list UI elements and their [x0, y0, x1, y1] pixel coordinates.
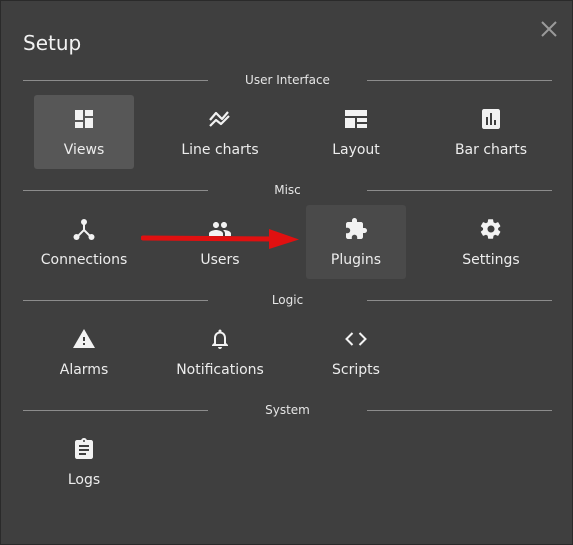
- tile-label: Connections: [40, 252, 128, 268]
- section-title: Misc: [274, 183, 301, 197]
- tile-label: Settings: [462, 252, 520, 268]
- layout-icon: [344, 107, 368, 131]
- divider: [23, 80, 208, 81]
- section-header-system: System: [23, 403, 552, 417]
- divider: [23, 190, 208, 191]
- section-header-user-interface: User Interface: [23, 73, 552, 87]
- tile-label: Logs: [67, 472, 101, 488]
- tile-scripts[interactable]: Scripts: [306, 315, 406, 389]
- tile-plugins[interactable]: Plugins: [306, 205, 406, 279]
- divider: [367, 410, 552, 411]
- tile-label: Layout: [332, 142, 380, 158]
- divider: [23, 300, 208, 301]
- tile-alarms[interactable]: Alarms: [34, 315, 134, 389]
- tile-label: Plugins: [330, 252, 382, 268]
- tile-notifications[interactable]: Notifications: [170, 315, 270, 389]
- tile-label: Alarms: [59, 362, 109, 378]
- gear-icon: [479, 217, 503, 241]
- tile-settings[interactable]: Settings: [441, 205, 541, 279]
- warning-icon: [72, 327, 96, 351]
- tile-label: Users: [200, 252, 240, 268]
- dialog-title: Setup: [23, 31, 82, 55]
- close-icon[interactable]: [538, 18, 560, 40]
- section-title: User Interface: [245, 73, 330, 87]
- tile-label: Line charts: [181, 142, 259, 158]
- section-header-logic: Logic: [23, 293, 552, 307]
- bar-chart-icon: [479, 107, 503, 131]
- code-icon: [344, 327, 368, 351]
- tile-connections[interactable]: Connections: [34, 205, 134, 279]
- puzzle-icon: [344, 217, 368, 241]
- divider: [367, 190, 552, 191]
- setup-dialog: Setup User Interface Views Line charts L…: [0, 0, 573, 545]
- bell-icon: [208, 327, 232, 351]
- tile-layout[interactable]: Layout: [306, 95, 406, 169]
- tile-views[interactable]: Views: [34, 95, 134, 169]
- tile-line-charts[interactable]: Line charts: [170, 95, 270, 169]
- divider: [23, 410, 208, 411]
- tile-bar-charts[interactable]: Bar charts: [441, 95, 541, 169]
- tile-label: Notifications: [176, 362, 264, 378]
- tile-label: Scripts: [332, 362, 380, 378]
- section-title: Logic: [271, 293, 304, 307]
- red-arrow-annotation: [140, 227, 303, 251]
- tile-label: Views: [63, 142, 105, 158]
- section-title: System: [265, 403, 310, 417]
- dashboard-icon: [72, 107, 96, 131]
- section-header-misc: Misc: [23, 183, 552, 197]
- clipboard-icon: [72, 437, 96, 461]
- connections-icon: [72, 217, 96, 241]
- divider: [367, 80, 552, 81]
- divider: [367, 300, 552, 301]
- tile-label: Bar charts: [454, 142, 528, 158]
- line-chart-icon: [208, 107, 232, 131]
- tile-logs[interactable]: Logs: [34, 425, 134, 499]
